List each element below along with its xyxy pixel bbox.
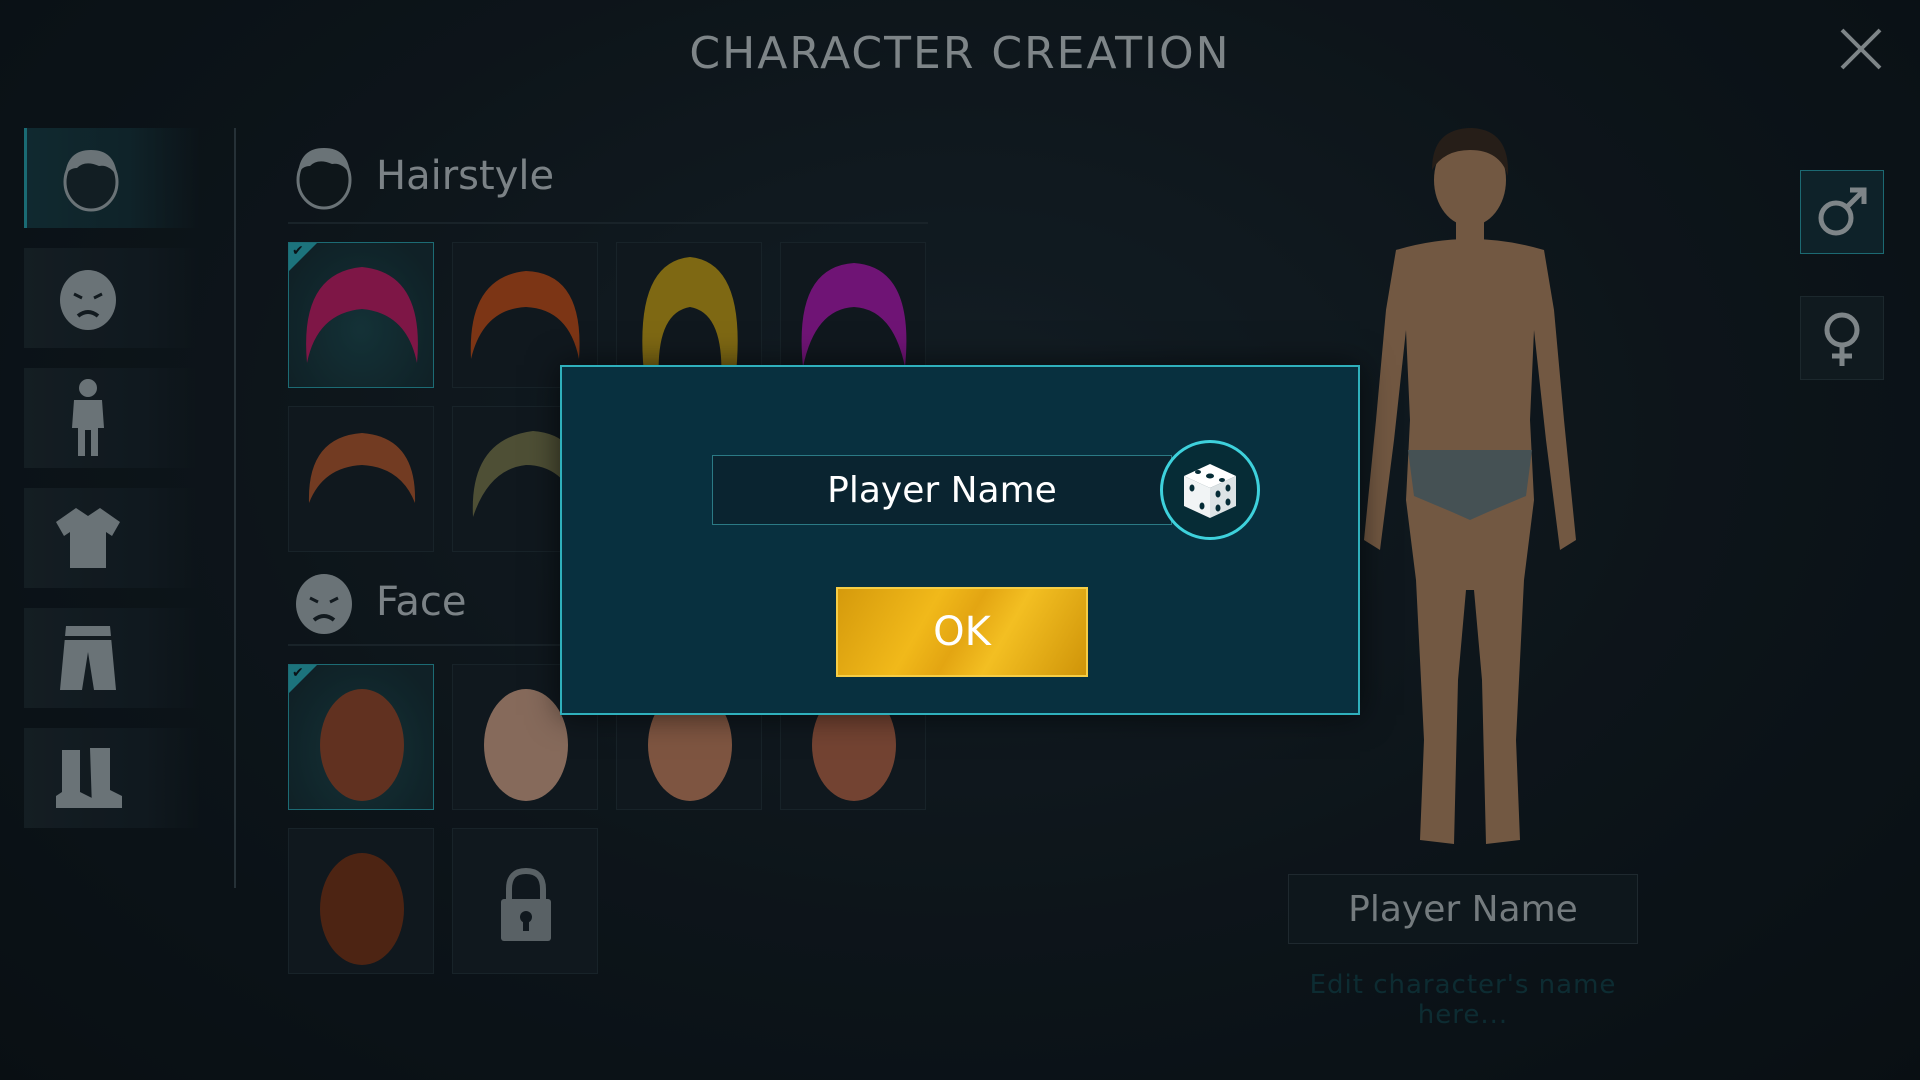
dice-icon — [1184, 464, 1236, 518]
randomize-name-button[interactable] — [1160, 440, 1260, 540]
player-name-input[interactable] — [712, 455, 1172, 525]
name-dialog: OK — [560, 365, 1360, 715]
ok-button[interactable]: OK — [836, 587, 1088, 677]
